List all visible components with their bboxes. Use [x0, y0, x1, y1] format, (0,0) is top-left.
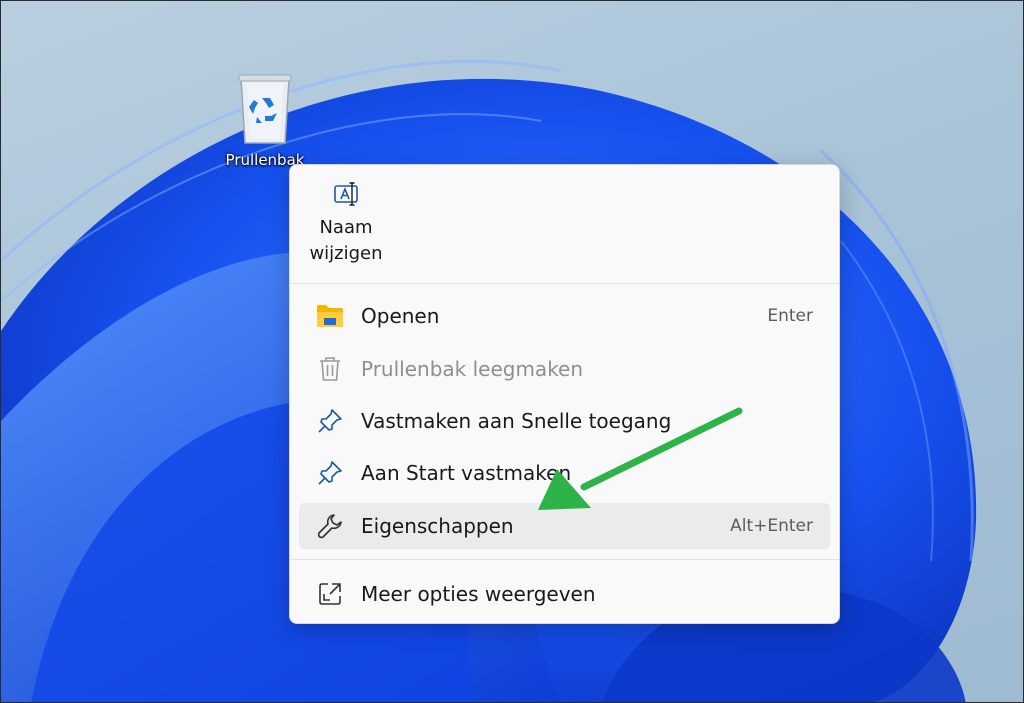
wrench-icon — [315, 511, 345, 541]
rename-label-line2: wijzigen — [309, 243, 383, 264]
rename-button[interactable]: Naam wijzigen — [298, 179, 394, 267]
menu-item-shortcut: Alt+Enter — [730, 516, 813, 536]
pin-icon — [315, 406, 345, 436]
menu-item-label: Aan Start vastmaken — [361, 461, 572, 485]
rename-label-line1: Naam — [319, 217, 373, 238]
context-menu: Naam wijzigen Openen Enter Prullenbak le… — [289, 164, 840, 624]
menu-item-pin-quick-access[interactable]: Vastmaken aan Snelle toegang — [299, 398, 830, 444]
menu-separator — [290, 559, 839, 560]
folder-icon — [315, 301, 345, 331]
menu-item-label: Meer opties weergeven — [361, 582, 596, 606]
menu-item-empty-recycle-bin[interactable]: Prullenbak leegmaken — [299, 346, 830, 392]
menu-item-pin-to-start[interactable]: Aan Start vastmaken — [299, 450, 830, 496]
open-external-icon — [315, 579, 345, 609]
menu-item-label: Prullenbak leegmaken — [361, 357, 584, 381]
menu-item-shortcut: Enter — [767, 306, 813, 326]
menu-item-label: Vastmaken aan Snelle toegang — [361, 409, 672, 433]
menu-item-label: Eigenschappen — [361, 514, 514, 538]
menu-item-open[interactable]: Openen Enter — [299, 293, 830, 339]
menu-item-properties[interactable]: Eigenschappen Alt+Enter — [299, 503, 830, 549]
desktop: Prullenbak Naam wijzigen Openen Enter Pr… — [0, 0, 1024, 703]
menu-separator — [290, 283, 839, 284]
recycle-bin-desktop-icon[interactable]: Prullenbak — [213, 73, 317, 169]
trash-icon — [315, 354, 345, 384]
menu-item-show-more-options[interactable]: Meer opties weergeven — [299, 571, 830, 617]
rename-icon — [334, 182, 358, 206]
recycle-bin-icon — [238, 74, 292, 144]
menu-item-label: Openen — [361, 304, 440, 328]
pin-icon — [315, 458, 345, 488]
